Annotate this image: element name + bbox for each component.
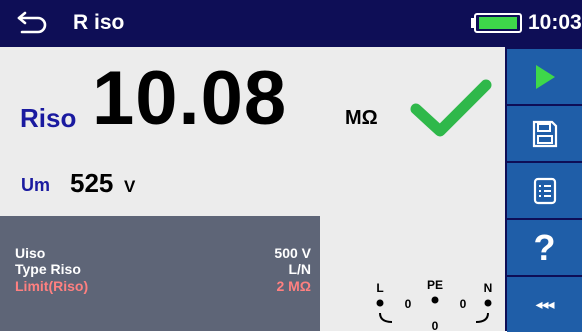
terminal-pe-dot: [431, 296, 439, 304]
um-value: 525: [70, 168, 114, 198]
save-button[interactable]: [507, 106, 582, 161]
um-label: Um: [21, 175, 51, 195]
more-arrows-icon: ◂◂◂: [535, 296, 554, 312]
param-value: L/N: [288, 261, 311, 277]
param-value: 500 V: [274, 245, 311, 261]
param-type-riso[interactable]: Type Riso L/N: [15, 261, 311, 277]
start-button[interactable]: [507, 49, 582, 104]
riso-label: Riso: [20, 103, 77, 133]
param-name: Type Riso: [15, 261, 81, 277]
riso-value: 10.08: [92, 56, 288, 141]
um-unit: V: [124, 177, 136, 196]
terminal-diagram: L PE N 0 0 0: [376, 280, 493, 331]
param-uiso[interactable]: Uiso 500 V: [15, 245, 311, 261]
param-name: Uiso: [15, 245, 46, 261]
parameters-panel: Uiso 500 V Type Riso L/N Limit(Riso) 2 M…: [0, 216, 320, 331]
save-icon: [532, 120, 557, 147]
more-options-button[interactable]: ◂◂◂: [507, 277, 582, 332]
battery-icon: [471, 13, 522, 33]
param-value: 2 MΩ: [276, 278, 311, 294]
param-limit-riso[interactable]: Limit(Riso) 2 MΩ: [15, 278, 311, 294]
page-title: R iso: [73, 11, 125, 34]
terminal-n-dot: [484, 299, 492, 307]
param-name: Limit(Riso): [15, 278, 89, 294]
voltage-pe-n: 0: [460, 297, 467, 311]
voltage-l-n: 0: [432, 319, 439, 331]
title-bar: R iso 10:03: [0, 0, 582, 47]
terminal-l-dot: [376, 299, 384, 307]
back-arrow-icon[interactable]: [16, 10, 50, 36]
terminal-l-label: L: [376, 281, 383, 295]
riso-unit: MΩ: [345, 107, 378, 129]
terminal-pe-label: PE: [427, 280, 443, 292]
terminal-n-label: N: [484, 281, 493, 295]
clock: 10:03: [528, 11, 582, 34]
list-icon: [533, 177, 556, 204]
pass-check-icon: [410, 79, 492, 137]
voltage-l-pe: 0: [405, 297, 412, 311]
results-list-button[interactable]: [507, 163, 582, 218]
help-icon: ?: [533, 226, 556, 268]
help-button[interactable]: ?: [507, 220, 582, 275]
sidebar: ? ◂◂◂: [505, 47, 582, 332]
play-icon: [535, 64, 555, 89]
